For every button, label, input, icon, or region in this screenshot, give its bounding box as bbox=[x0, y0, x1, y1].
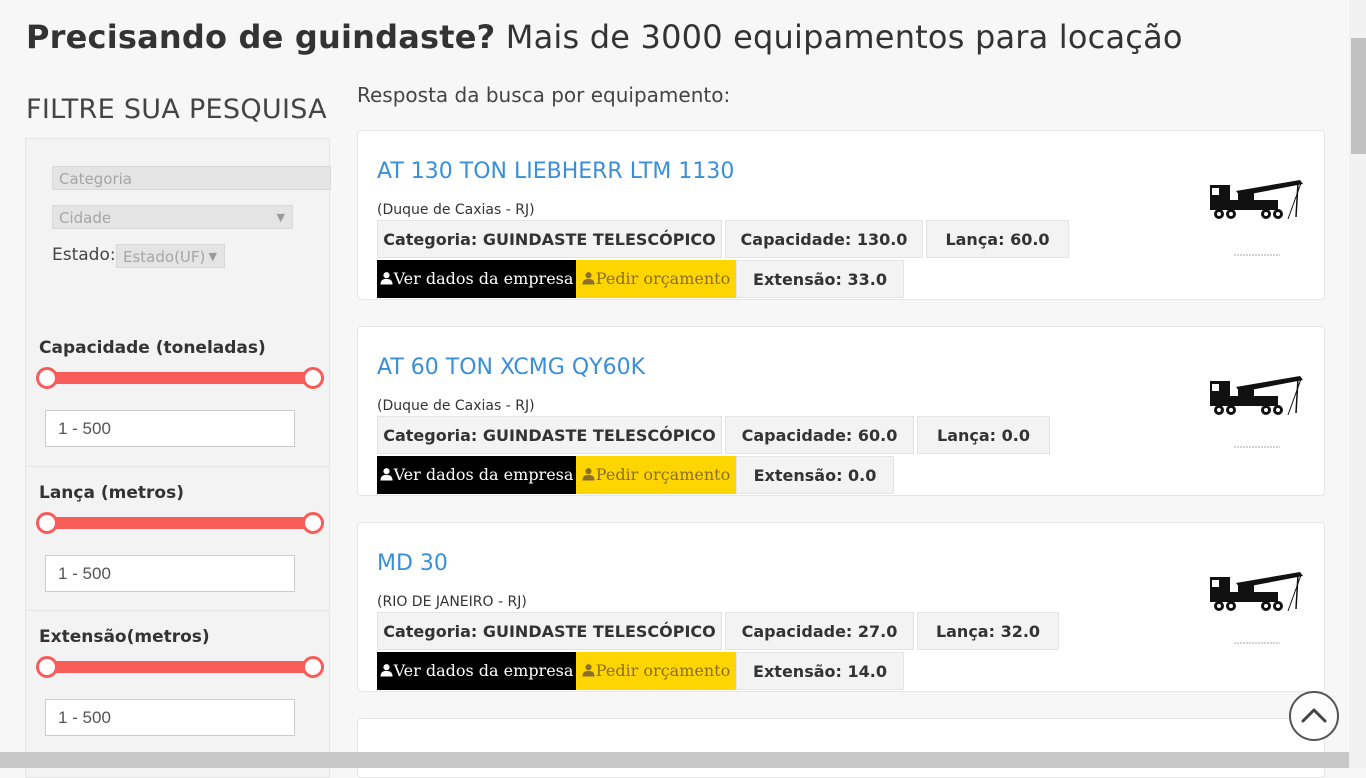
capacity-pill: Capacidade: 130.0 bbox=[725, 220, 923, 258]
crane-truck-icon bbox=[1210, 180, 1303, 256]
request-quote-button[interactable]: Pedir orçamento bbox=[576, 652, 736, 690]
extension-slider-track[interactable] bbox=[36, 656, 324, 678]
capacity-pill: Capacidade: 60.0 bbox=[725, 416, 914, 454]
request-quote-button[interactable]: Pedir orçamento bbox=[576, 260, 736, 298]
caret-down-icon: ▼ bbox=[276, 211, 285, 224]
extension-range-input[interactable]: 1 - 500 bbox=[45, 699, 295, 736]
extension-filter: Extensão(metros) 1 - 500 bbox=[26, 610, 329, 755]
equipment-location: (Duque de Caxias - RJ) bbox=[377, 202, 535, 218]
request-quote-button[interactable]: Pedir orçamento bbox=[576, 456, 736, 494]
capacity-slider-min-handle[interactable] bbox=[36, 367, 58, 389]
equipment-card: AT 130 TON LIEBHERR LTM 1130 (Duque de C… bbox=[357, 130, 1325, 300]
equipment-card: AT 60 TON XCMG QY60K (Duque de Caxias - … bbox=[357, 326, 1325, 496]
capacity-slider-track[interactable] bbox=[36, 367, 324, 389]
user-icon bbox=[380, 272, 393, 285]
company-details-label: Ver dados da empresa bbox=[393, 661, 574, 680]
user-icon bbox=[582, 272, 595, 285]
boom-range-input[interactable]: 1 - 500 bbox=[45, 555, 295, 592]
extension-pill: Extensão: 14.0 bbox=[736, 652, 904, 690]
page-title-bold: Precisando de guindaste? bbox=[26, 18, 496, 56]
company-details-button[interactable]: Ver dados da empresa bbox=[377, 260, 576, 298]
user-icon bbox=[380, 468, 393, 481]
back-to-top-button[interactable] bbox=[1289, 691, 1339, 741]
state-select-value: Estado(UF) bbox=[123, 248, 206, 266]
category-select-value: Categoria bbox=[59, 170, 133, 188]
capacity-pill: Capacidade: 27.0 bbox=[725, 612, 914, 650]
category-pill: Categoria: GUINDASTE TELESCÓPICO bbox=[377, 612, 722, 650]
filter-heading: FILTRE SUA PESQUISA bbox=[26, 94, 327, 125]
company-details-button[interactable]: Ver dados da empresa bbox=[377, 652, 576, 690]
filter-sidebar: Categoria Cidade ▼ Estado: Estado(UF) ▼ … bbox=[25, 138, 331, 778]
category-pill: Categoria: GUINDASTE TELESCÓPICO bbox=[377, 416, 722, 454]
capacity-filter: Capacidade (toneladas) 1 - 500 bbox=[26, 338, 329, 482]
boom-pill: Lança: 60.0 bbox=[926, 220, 1069, 258]
state-select[interactable]: Estado(UF) ▼ bbox=[116, 244, 225, 268]
equipment-title-link[interactable]: AT 130 TON LIEBHERR LTM 1130 bbox=[377, 159, 734, 184]
category-pill: Categoria: GUINDASTE TELESCÓPICO bbox=[377, 220, 722, 258]
vertical-scrollbar-thumb[interactable] bbox=[1351, 38, 1366, 154]
boom-slider-track[interactable] bbox=[36, 512, 324, 534]
extension-slider-min-handle[interactable] bbox=[36, 656, 58, 678]
company-details-button[interactable]: Ver dados da empresa bbox=[377, 456, 576, 494]
extension-slider-max-handle[interactable] bbox=[302, 656, 324, 678]
crane-truck-icon bbox=[1210, 572, 1303, 644]
horizontal-scrollbar[interactable] bbox=[0, 752, 1349, 768]
boom-pill: Lança: 32.0 bbox=[917, 612, 1059, 650]
request-quote-label: Pedir orçamento bbox=[595, 465, 731, 484]
boom-label: Lança (metros) bbox=[39, 483, 184, 503]
boom-slider-max-handle[interactable] bbox=[302, 512, 324, 534]
category-select[interactable]: Categoria bbox=[52, 166, 331, 190]
city-select[interactable]: Cidade ▼ bbox=[52, 205, 293, 229]
equipment-location: (RIO DE JANEIRO - RJ) bbox=[377, 594, 527, 610]
extension-label: Extensão(metros) bbox=[39, 627, 210, 647]
capacity-slider-max-handle[interactable] bbox=[302, 367, 324, 389]
capacity-label: Capacidade (toneladas) bbox=[39, 338, 266, 358]
user-icon bbox=[380, 664, 393, 677]
user-icon bbox=[582, 664, 595, 677]
boom-slider-min-handle[interactable] bbox=[36, 512, 58, 534]
equipment-title-link[interactable]: MD 30 bbox=[377, 551, 448, 576]
capacity-range-input[interactable]: 1 - 500 bbox=[45, 410, 295, 447]
caret-down-icon: ▼ bbox=[208, 250, 217, 263]
company-details-label: Ver dados da empresa bbox=[393, 269, 574, 288]
company-details-label: Ver dados da empresa bbox=[393, 465, 574, 484]
equipment-title-link[interactable]: AT 60 TON XCMG QY60K bbox=[377, 355, 645, 380]
user-icon bbox=[582, 468, 595, 481]
page-title-rest: Mais de 3000 equipamentos para locação bbox=[495, 18, 1183, 56]
chevron-up-icon bbox=[1301, 708, 1327, 723]
results-heading: Resposta da busca por equipamento: bbox=[357, 83, 731, 107]
request-quote-label: Pedir orçamento bbox=[595, 269, 731, 288]
extension-pill: Extensão: 0.0 bbox=[736, 456, 894, 494]
request-quote-label: Pedir orçamento bbox=[595, 661, 731, 680]
boom-pill: Lança: 0.0 bbox=[917, 416, 1050, 454]
state-label: Estado: bbox=[52, 245, 116, 265]
equipment-card: MD 30 (RIO DE JANEIRO - RJ) Categoria: G… bbox=[357, 522, 1325, 692]
crane-truck-icon bbox=[1210, 376, 1303, 448]
extension-pill: Extensão: 33.0 bbox=[736, 260, 904, 298]
city-select-value: Cidade bbox=[59, 209, 112, 227]
page-title: Precisando de guindaste? Mais de 3000 eq… bbox=[26, 18, 1183, 56]
equipment-card bbox=[357, 718, 1325, 778]
boom-filter: Lança (metros) 1 - 500 bbox=[26, 466, 329, 611]
equipment-location: (Duque de Caxias - RJ) bbox=[377, 398, 535, 414]
